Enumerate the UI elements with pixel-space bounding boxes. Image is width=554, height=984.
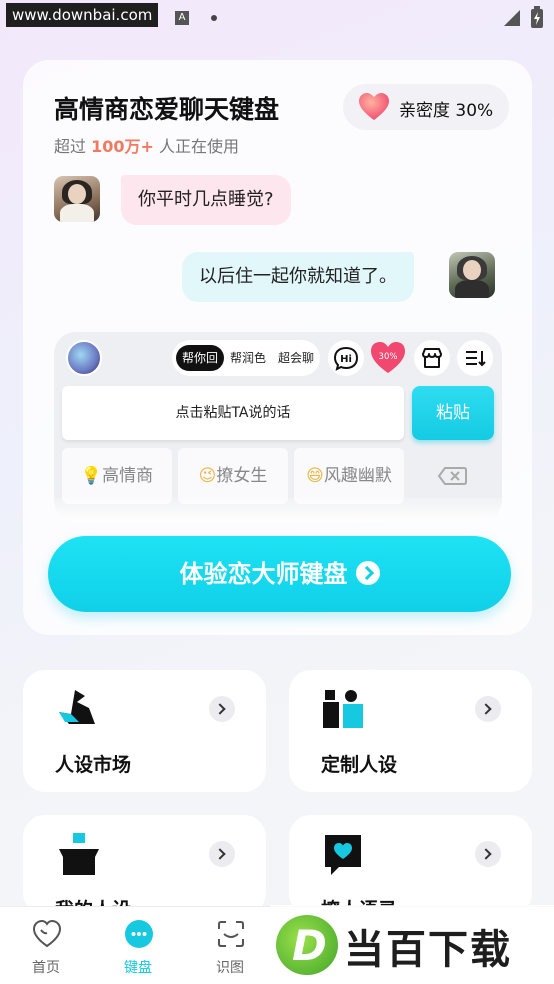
notification-a-icon: A xyxy=(175,11,189,25)
nav-keyboard[interactable]: 键盘 xyxy=(92,907,184,984)
user-count-subtitle: 超过 100万+ 人正在使用 xyxy=(54,137,239,156)
chevron-right-icon xyxy=(475,696,501,722)
wink-icon: 😉 xyxy=(198,466,217,486)
store-icon[interactable] xyxy=(414,340,450,376)
status-bar: www.downbai.com A xyxy=(0,0,554,34)
keyboard-dots-icon xyxy=(125,920,153,948)
notification-dot-icon xyxy=(211,15,217,21)
chevron-right-icon xyxy=(475,841,501,867)
avatar-female xyxy=(54,176,100,222)
delete-key[interactable] xyxy=(410,448,494,504)
paste-button[interactable]: 粘贴 xyxy=(412,386,494,440)
avatar-male xyxy=(449,252,495,298)
intimacy-label: 亲密度 30% xyxy=(399,101,494,121)
tab-help-reply[interactable]: 帮你回 xyxy=(176,345,225,371)
key-humorous[interactable]: 😄风趣幽默 xyxy=(294,448,404,504)
people-icon xyxy=(323,690,363,728)
tab-super-chat[interactable]: 超会聊 xyxy=(272,345,320,371)
nav-scan[interactable]: 识图 xyxy=(184,907,276,984)
try-keyboard-button[interactable]: 体验恋大师键盘 xyxy=(48,536,511,612)
brand-watermark-text: 当百下载 xyxy=(344,927,512,973)
keyboard-logo-icon xyxy=(66,340,102,376)
nav-label: 键盘 xyxy=(124,960,152,976)
tab-polish[interactable]: 帮润色 xyxy=(224,345,272,371)
feature-flirt-quotes[interactable]: 撩人语录 xyxy=(289,815,532,915)
nav-home[interactable]: 首页 xyxy=(0,907,92,984)
box-person-icon xyxy=(59,833,99,875)
signal-icon xyxy=(504,10,520,26)
heart-icon xyxy=(359,93,389,120)
intimacy-pill[interactable]: 亲密度 30% xyxy=(343,84,509,130)
keyboard-preview: 帮你回 帮润色 超会聊 Hi 30% 点击粘贴TA说的话 粘贴 💡高情商 😉撩女… xyxy=(54,332,502,522)
key-flirt-girl[interactable]: 😉撩女生 xyxy=(178,448,288,504)
watermark-url: www.downbai.com xyxy=(6,3,159,27)
heart-badge-icon[interactable]: 30% xyxy=(370,340,406,376)
chat-bubble-received: 你平时几点睡觉? xyxy=(121,175,291,225)
keyboard-mode-tabs: 帮你回 帮润色 超会聊 xyxy=(172,340,320,376)
hero-card: 高情商恋爱聊天键盘 亲密度 30% 超过 100万+ 人正在使用 你平时几点睡觉… xyxy=(23,60,532,635)
chevron-right-icon xyxy=(209,841,235,867)
arrow-right-icon xyxy=(355,561,380,585)
battery-icon xyxy=(531,6,543,28)
sort-icon[interactable] xyxy=(457,340,493,376)
brand-logo-icon xyxy=(276,915,338,975)
nav-label: 识图 xyxy=(216,960,244,976)
feature-persona-market[interactable]: 人设市场 xyxy=(23,670,266,792)
bulb-icon: 💡 xyxy=(80,466,103,486)
chevron-right-icon xyxy=(209,696,235,722)
paste-message-input[interactable]: 点击粘贴TA说的话 xyxy=(62,386,404,440)
smile-icon: 😄 xyxy=(306,466,324,486)
scan-icon xyxy=(218,921,244,947)
hero-title: 高情商恋爱聊天键盘 xyxy=(54,95,280,124)
heart-outline-icon xyxy=(32,919,62,948)
brand-watermark: 当百下载 xyxy=(270,905,554,984)
user-count-highlight: 100万+ xyxy=(91,137,154,156)
feature-label: 人设市场 xyxy=(55,754,132,776)
feature-my-persona[interactable]: 我的人设 xyxy=(23,815,266,915)
key-high-eq[interactable]: 💡高情商 xyxy=(62,448,172,504)
nav-label: 首页 xyxy=(32,960,60,976)
svg-text:30%: 30% xyxy=(379,352,398,362)
feature-label: 定制人设 xyxy=(321,754,398,776)
backspace-icon xyxy=(437,467,467,485)
feature-custom-persona[interactable]: 定制人设 xyxy=(289,670,532,792)
swan-icon xyxy=(59,690,95,724)
hi-icon[interactable]: Hi xyxy=(328,340,364,376)
chat-bubble-sent: 以后住一起你就知道了。 xyxy=(182,252,414,302)
chat-heart-icon xyxy=(325,835,361,875)
svg-text:Hi: Hi xyxy=(340,354,352,365)
